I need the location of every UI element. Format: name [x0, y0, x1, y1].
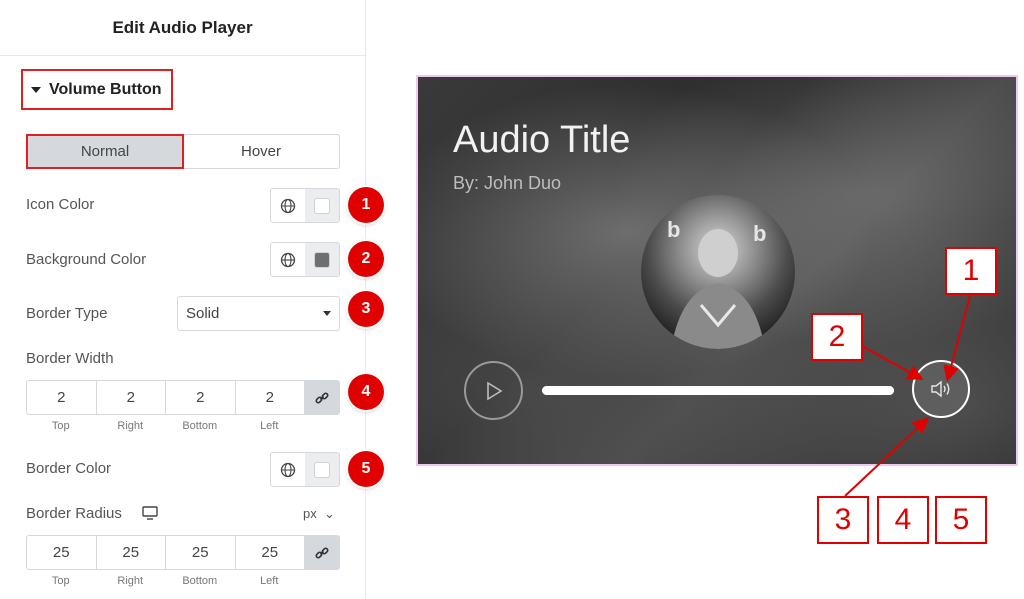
step-badge-2: 2 — [348, 241, 384, 277]
progress-bar[interactable] — [542, 386, 894, 395]
side-label-right: Right — [117, 420, 144, 432]
monitor-icon[interactable] — [142, 506, 158, 520]
callout-box-5: 5 — [935, 496, 987, 544]
border-width-side-labels: Top Right Bottom Left — [26, 420, 304, 432]
callout-box-3: 3 — [817, 496, 869, 544]
side-label-left: Left — [260, 575, 279, 587]
svg-text:b: b — [753, 221, 766, 246]
audio-artist: By: John Duo — [453, 173, 562, 193]
link-values-button[interactable] — [305, 536, 339, 569]
icon-color-swatch — [314, 197, 330, 214]
border-color-control — [270, 452, 340, 487]
play-button[interactable] — [464, 361, 523, 420]
svg-text:b: b — [667, 217, 680, 242]
border-radius-left-input[interactable]: 25 — [236, 536, 305, 569]
audio-player-preview: Audio Title By: John Duo b b — [416, 75, 1018, 466]
border-radius-inputs: 25 25 25 25 — [26, 535, 340, 570]
chevron-down-icon: ⌄ — [320, 506, 335, 521]
border-radius-top-input[interactable]: 25 — [27, 536, 97, 569]
border-width-right-input[interactable]: 2 — [97, 381, 166, 414]
tab-hover[interactable]: Hover — [183, 135, 339, 168]
side-label-bottom: Bottom — [182, 575, 218, 587]
step-badge-3: 3 — [348, 291, 384, 327]
side-label-bottom: Bottom — [182, 420, 218, 432]
icon-color-swatch-button[interactable] — [305, 189, 339, 222]
side-label-left: Left — [260, 420, 279, 432]
border-width-label: Border Width — [26, 350, 114, 367]
global-colors-globe-icon[interactable] — [271, 243, 305, 276]
panel-title: Edit Audio Player — [0, 0, 365, 56]
caret-down-icon — [31, 86, 41, 93]
border-color-swatch — [314, 461, 330, 478]
border-type-value: Solid — [186, 305, 220, 322]
unit-select[interactable]: px ⌄ — [303, 506, 335, 522]
border-type-label: Border Type — [26, 305, 108, 322]
border-radius-label: Border Radius — [26, 505, 122, 522]
callout-box-2: 2 — [811, 313, 863, 361]
link-icon — [315, 391, 329, 404]
section-label: Volume Button — [49, 80, 162, 98]
tab-normal[interactable]: Normal — [26, 134, 184, 169]
background-color-swatch-button[interactable] — [305, 243, 339, 276]
border-width-left-input[interactable]: 2 — [236, 381, 305, 414]
background-color-swatch — [314, 251, 330, 268]
global-colors-globe-icon[interactable] — [271, 189, 305, 222]
side-label-top: Top — [51, 575, 70, 587]
callout-box-4: 4 — [877, 496, 929, 544]
link-icon — [315, 546, 329, 559]
progress-fill — [542, 386, 894, 395]
volume-icon — [931, 380, 950, 398]
side-label-top: Top — [51, 420, 70, 432]
border-radius-right-input[interactable]: 25 — [97, 536, 166, 569]
state-tabs: Normal Hover — [26, 134, 340, 169]
step-badge-1: 1 — [348, 187, 384, 223]
volume-button[interactable] — [912, 360, 970, 418]
chevron-down-icon — [323, 311, 331, 316]
icon-color-control — [270, 188, 340, 223]
global-colors-globe-icon[interactable] — [271, 453, 305, 486]
album-cover-image: b b — [641, 195, 795, 349]
border-width-inputs: 2 2 2 2 — [26, 380, 340, 415]
step-badge-4: 4 — [348, 374, 384, 410]
border-radius-bottom-input[interactable]: 25 — [166, 536, 236, 569]
audio-title: Audio Title — [453, 119, 631, 161]
border-width-bottom-input[interactable]: 2 — [166, 381, 236, 414]
border-width-top-input[interactable]: 2 — [27, 381, 97, 414]
background-color-label: Background Color — [26, 251, 147, 268]
icon-color-label: Icon Color — [26, 196, 95, 213]
border-color-label: Border Color — [26, 460, 112, 477]
play-icon — [486, 381, 503, 400]
border-type-select[interactable]: Solid — [177, 296, 340, 331]
callout-box-1: 1 — [945, 247, 997, 295]
unit-value: px — [303, 506, 317, 521]
link-values-button[interactable] — [305, 381, 339, 414]
editor-panel: Edit Audio Player Volume Button Normal H… — [0, 0, 384, 599]
border-color-swatch-button[interactable] — [305, 453, 339, 486]
volume-button-section-toggle[interactable]: Volume Button — [21, 69, 173, 110]
side-label-right: Right — [117, 575, 144, 587]
step-badge-5: 5 — [348, 451, 384, 487]
border-radius-side-labels: Top Right Bottom Left — [26, 575, 304, 587]
background-color-control — [270, 242, 340, 277]
